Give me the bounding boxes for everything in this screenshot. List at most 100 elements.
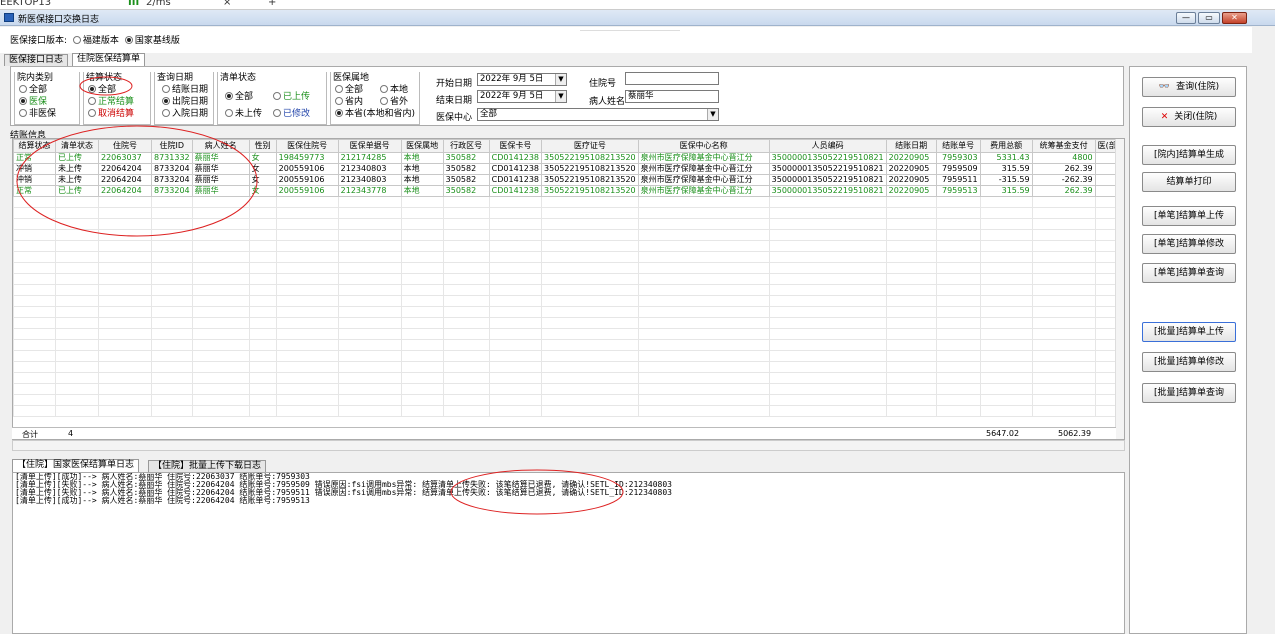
- radio-checkout[interactable]: [162, 85, 170, 93]
- table-cell[interactable]: 262.39: [1031, 185, 1096, 197]
- table-cell[interactable]: 350582: [442, 152, 490, 164]
- table-cell[interactable]: 22063037: [98, 152, 152, 164]
- table-cell[interactable]: 泉州市医疗保障基金中心晋江分: [637, 174, 770, 186]
- single-query-button[interactable]: [单笔]结算单查询: [1142, 263, 1236, 283]
- table-cell[interactable]: -315.59: [979, 174, 1033, 186]
- table-cell[interactable]: 8733204: [151, 174, 193, 186]
- batch-upload-button[interactable]: [批量]结算单上传: [1142, 322, 1236, 342]
- single-upload-button[interactable]: [单笔]结算单上传: [1142, 206, 1236, 226]
- table-cell[interactable]: 4800: [1031, 152, 1096, 164]
- column-header[interactable]: 医保属地: [400, 139, 444, 153]
- table-cell[interactable]: 8731332: [151, 152, 193, 164]
- chevron-down-icon[interactable]: ▼: [555, 74, 566, 85]
- radio-in-province[interactable]: [335, 97, 343, 105]
- table-cell[interactable]: 蔡丽华: [191, 185, 250, 197]
- table-cell[interactable]: 350582: [442, 174, 490, 186]
- radio-medical[interactable]: [19, 97, 27, 105]
- column-header[interactable]: 统筹基金支付: [1031, 139, 1096, 153]
- table-cell[interactable]: 女: [248, 152, 277, 164]
- browser-tab-text[interactable]: EEKTOP13: [0, 0, 51, 8]
- table-cell[interactable]: 冲销: [13, 174, 56, 186]
- radio-uploaded[interactable]: [273, 92, 281, 100]
- generate-button[interactable]: [院内]结算单生成: [1142, 145, 1236, 165]
- table-cell[interactable]: 本地: [400, 174, 444, 186]
- table-cell[interactable]: 7959513: [935, 185, 981, 197]
- chevron-down-icon[interactable]: ▼: [707, 109, 718, 120]
- table-cell[interactable]: 20220905: [885, 152, 937, 164]
- column-header[interactable]: 医保卡号: [488, 139, 543, 153]
- close-button[interactable]: ✕ 关闭(住院): [1142, 107, 1236, 127]
- radio-local[interactable]: [380, 85, 388, 93]
- table-cell[interactable]: 350582: [442, 163, 490, 175]
- table-cell[interactable]: 350582: [442, 185, 490, 197]
- table-cell[interactable]: 未上传: [55, 163, 99, 175]
- table-row[interactable]: 正常 已上传 22064204 8733204 蔡丽华女 200559106 2123437…: [13, 185, 1120, 197]
- column-header[interactable]: 结账单号: [935, 139, 981, 153]
- table-cell[interactable]: 3500000135052219510821: [768, 152, 887, 164]
- column-header[interactable]: 医疗证号: [541, 139, 639, 153]
- table-cell[interactable]: 泉州市医疗保障基金中心晋江分: [637, 185, 770, 197]
- table-cell[interactable]: 蔡丽华: [191, 163, 250, 175]
- radio-out-province[interactable]: [380, 97, 388, 105]
- batch-query-button[interactable]: [批量]结算单查询: [1142, 383, 1236, 403]
- table-cell[interactable]: 本地: [400, 185, 444, 197]
- table-cell[interactable]: 212340803: [337, 174, 402, 186]
- print-button[interactable]: 结算单打印: [1142, 172, 1236, 192]
- table-cell[interactable]: 正常: [13, 185, 56, 197]
- radio-cancel[interactable]: [88, 109, 96, 117]
- column-header[interactable]: 结账日期: [885, 139, 937, 153]
- tab-batch-log[interactable]: 【住院】批量上传下载日志: [148, 460, 267, 472]
- table-cell[interactable]: 200559106: [275, 163, 339, 175]
- table-cell[interactable]: 已上传: [55, 152, 99, 164]
- table-cell[interactable]: 已上传: [55, 185, 99, 197]
- table-cell[interactable]: 5331.43: [979, 152, 1033, 164]
- table-cell[interactable]: 7959509: [935, 163, 981, 175]
- table-cell[interactable]: 212174285: [337, 152, 402, 164]
- table-cell[interactable]: 315.59: [979, 185, 1033, 197]
- table-cell[interactable]: 3500000135052219510821: [768, 185, 887, 197]
- radio-this-province[interactable]: [335, 109, 343, 117]
- table-cell[interactable]: 262.39: [1031, 163, 1096, 175]
- radio-admission[interactable]: [162, 109, 170, 117]
- table-row[interactable]: 正常 已上传 22063037 8731332 蔡丽华女 198459773 2121742…: [13, 152, 1120, 164]
- table-cell[interactable]: CD0141238: [488, 185, 543, 197]
- tab-settlement-log[interactable]: 【住院】国家医保结算单日志: [12, 459, 140, 472]
- table-cell[interactable]: 本地: [400, 152, 444, 164]
- radio-modified[interactable]: [273, 109, 281, 117]
- browser-new-tab[interactable]: +: [268, 0, 276, 8]
- vertical-scrollbar[interactable]: [1115, 139, 1124, 439]
- zhuyuanhao-input[interactable]: [625, 72, 719, 85]
- table-cell[interactable]: 冲销: [13, 163, 56, 175]
- column-header[interactable]: 住院ID: [151, 139, 193, 153]
- single-modify-button[interactable]: [单笔]结算单修改: [1142, 234, 1236, 254]
- query-button[interactable]: 👓 查询(住院): [1142, 77, 1236, 97]
- table-cell[interactable]: 3500000135052219510821: [768, 163, 887, 175]
- table-row[interactable]: 冲销 未上传 22064204 8733204 蔡丽华女 200559106 2123408…: [13, 174, 1120, 186]
- center-select[interactable]: 全部 ▼: [477, 108, 719, 121]
- table-cell[interactable]: 315.59: [979, 163, 1033, 175]
- browser-tab-close[interactable]: ×: [223, 0, 231, 8]
- table-cell[interactable]: 蔡丽华: [191, 174, 250, 186]
- radio-non-medical[interactable]: [19, 109, 27, 117]
- radio-normal[interactable]: [88, 97, 96, 105]
- table-cell[interactable]: 200559106: [275, 185, 339, 197]
- maximize-button[interactable]: ▭: [1198, 12, 1220, 24]
- column-header[interactable]: 性别: [248, 139, 277, 153]
- column-header[interactable]: 医保单据号: [337, 139, 402, 153]
- table-cell[interactable]: CD0141238: [488, 152, 543, 164]
- column-header[interactable]: 医保中心名称: [637, 139, 770, 153]
- table-cell[interactable]: 20220905: [885, 174, 937, 186]
- version-national-label[interactable]: 国家基线版: [135, 36, 180, 46]
- table-cell[interactable]: 20220905: [885, 185, 937, 197]
- table-cell[interactable]: 女: [248, 163, 277, 175]
- table-cell[interactable]: 女: [248, 185, 277, 197]
- table-cell[interactable]: 350522195108213520: [541, 174, 639, 186]
- patient-name-input[interactable]: 蔡丽华: [625, 90, 719, 103]
- table-cell[interactable]: 212340803: [337, 163, 402, 175]
- table-cell[interactable]: 198459773: [275, 152, 339, 164]
- table-cell[interactable]: CD0141238: [488, 163, 543, 175]
- table-cell[interactable]: 22064204: [98, 163, 152, 175]
- chevron-down-icon[interactable]: ▼: [555, 91, 566, 102]
- radio-discharge[interactable]: [162, 97, 170, 105]
- minimize-button[interactable]: —: [1176, 12, 1196, 24]
